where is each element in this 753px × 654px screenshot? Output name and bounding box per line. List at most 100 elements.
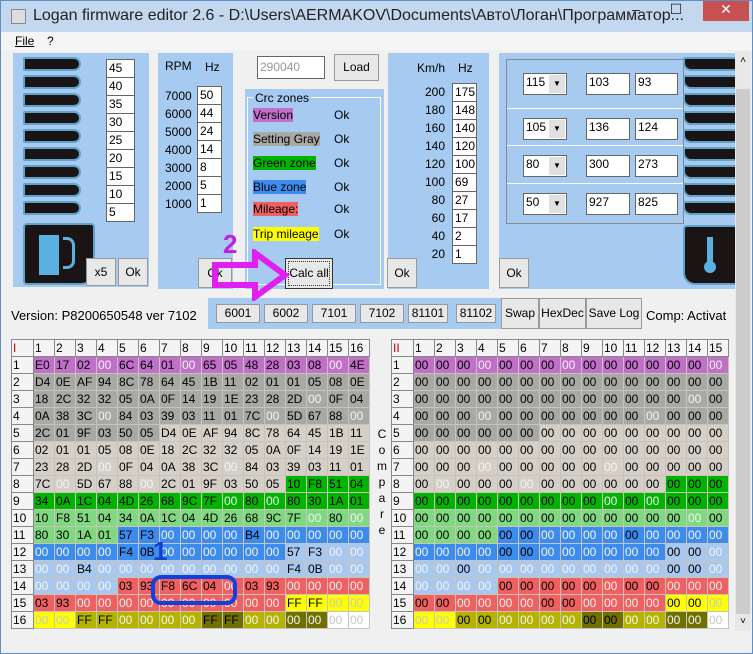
hex-cell[interactable]: 00: [539, 390, 561, 408]
version-button-7101[interactable]: 7101: [312, 304, 356, 323]
hex-cell[interactable]: 00: [560, 441, 582, 459]
hex-cell[interactable]: 11: [222, 373, 244, 391]
hex-cell[interactable]: 00: [644, 458, 666, 476]
hex-cell[interactable]: 00: [560, 475, 582, 493]
hex-cell[interactable]: 00: [623, 458, 645, 476]
hex-cell[interactable]: 00: [455, 509, 477, 527]
hex-cell[interactable]: 9C: [264, 509, 286, 527]
hex-cell[interactable]: 00: [476, 373, 498, 391]
hex-cell[interactable]: 0A: [54, 492, 76, 510]
hex-cell[interactable]: 00: [686, 356, 708, 374]
hex-cell[interactable]: 00: [602, 373, 624, 391]
hex-cell[interactable]: 23: [33, 458, 55, 476]
hex-cell[interactable]: 0E: [138, 441, 160, 459]
column-header[interactable]: 1: [413, 339, 435, 357]
hex-cell[interactable]: 00: [54, 611, 76, 629]
row-header[interactable]: 4: [391, 407, 414, 425]
hex-cell[interactable]: 00: [686, 509, 708, 527]
temperature-select[interactable]: 80 ▼: [523, 155, 567, 177]
hex-cell[interactable]: 32: [201, 441, 223, 459]
hex-cell[interactable]: 00: [327, 526, 349, 544]
column-header[interactable]: 15: [707, 339, 729, 357]
hex-cell[interactable]: 10: [33, 509, 55, 527]
hex-cell[interactable]: 00: [518, 373, 540, 391]
hex-cell[interactable]: 00: [455, 492, 477, 510]
hex-cell[interactable]: 00: [581, 560, 603, 578]
column-header[interactable]: 6: [138, 339, 160, 357]
hex-cell[interactable]: 05: [243, 441, 265, 459]
hex-cell[interactable]: 00: [707, 441, 729, 459]
hex-cell[interactable]: 00: [623, 611, 645, 629]
hex-cell[interactable]: 00: [686, 560, 708, 578]
hex-cell[interactable]: 00: [539, 526, 561, 544]
hex-cell[interactable]: 01: [159, 356, 181, 374]
hex-cell[interactable]: AF: [75, 373, 97, 391]
hex-cell[interactable]: 48: [243, 356, 265, 374]
hex-cell[interactable]: 00: [54, 475, 76, 493]
hex-cell[interactable]: 00: [96, 594, 118, 612]
hex-cell[interactable]: 00: [327, 577, 349, 595]
speed-hz-input[interactable]: 148: [452, 101, 477, 120]
hex-cell[interactable]: 00: [602, 492, 624, 510]
hex-cell[interactable]: 00: [434, 356, 456, 374]
temp-ok-button[interactable]: Ok: [499, 258, 529, 288]
hex-cell[interactable]: 00: [602, 577, 624, 595]
hex-cell[interactable]: 01: [348, 458, 370, 476]
hex-cell[interactable]: 00: [476, 424, 498, 442]
hex-cell[interactable]: 57: [117, 526, 139, 544]
column-header[interactable]: 6: [518, 339, 540, 357]
vertical-scrollbar[interactable]: ˄ ˅: [735, 51, 751, 631]
hex-cell[interactable]: 00: [434, 611, 456, 629]
hex-cell[interactable]: 00: [413, 390, 435, 408]
hex-cell[interactable]: 00: [560, 492, 582, 510]
hex-cell[interactable]: 00: [180, 611, 202, 629]
hex-cell[interactable]: 00: [581, 373, 603, 391]
hex-cell[interactable]: 00: [581, 441, 603, 459]
column-header[interactable]: 7: [539, 339, 561, 357]
hex-cell[interactable]: 00: [644, 594, 666, 612]
hex-cell[interactable]: 00: [581, 424, 603, 442]
hex-cell[interactable]: 00: [602, 356, 624, 374]
hex-cell[interactable]: 00: [539, 509, 561, 527]
hex-cell[interactable]: 02: [75, 356, 97, 374]
hex-cell[interactable]: 00: [434, 577, 456, 595]
hex-cell[interactable]: 00: [644, 475, 666, 493]
hex-cell[interactable]: 0E: [180, 424, 202, 442]
column-header[interactable]: 8: [180, 339, 202, 357]
hex-cell[interactable]: 00: [348, 509, 370, 527]
hex-cell[interactable]: 00: [602, 441, 624, 459]
fuel-level-input[interactable]: 10: [106, 185, 135, 204]
hexdec-button[interactable]: HexDec: [539, 298, 586, 329]
speed-hz-input[interactable]: 140: [452, 119, 477, 138]
hex-cell[interactable]: 00: [455, 356, 477, 374]
hex-cell[interactable]: 38: [180, 458, 202, 476]
column-header[interactable]: 15: [327, 339, 349, 357]
column-header[interactable]: 14: [686, 339, 708, 357]
hex-cell[interactable]: 00: [413, 594, 435, 612]
hex-cell[interactable]: 0A: [264, 441, 286, 459]
hex-cell[interactable]: 00: [497, 543, 519, 561]
column-header[interactable]: 12: [644, 339, 666, 357]
hex-cell[interactable]: 00: [623, 373, 645, 391]
hex-cell[interactable]: 00: [434, 509, 456, 527]
hex-cell[interactable]: 00: [581, 509, 603, 527]
hex-cell[interactable]: 00: [75, 594, 97, 612]
hex-cell[interactable]: 00: [581, 458, 603, 476]
row-header[interactable]: 14: [11, 577, 34, 595]
hex-cell[interactable]: 00: [413, 475, 435, 493]
version-button-6001[interactable]: 6001: [216, 304, 260, 323]
hex-cell[interactable]: 00: [707, 560, 729, 578]
hex-cell[interactable]: 00: [327, 543, 349, 561]
hex-cell[interactable]: 00: [665, 390, 687, 408]
hex-cell[interactable]: 18: [33, 390, 55, 408]
hex-cell[interactable]: 00: [327, 356, 349, 374]
hex-cell[interactable]: 03: [33, 594, 55, 612]
hex-cell[interactable]: 00: [306, 526, 328, 544]
hex-cell[interactable]: 00: [602, 390, 624, 408]
row-header[interactable]: 7: [11, 458, 34, 476]
hex-cell[interactable]: 00: [644, 424, 666, 442]
hex-cell[interactable]: 00: [665, 458, 687, 476]
hex-cell[interactable]: 2D: [285, 390, 307, 408]
hex-cell[interactable]: 00: [497, 577, 519, 595]
hex-cell[interactable]: B4: [243, 526, 265, 544]
